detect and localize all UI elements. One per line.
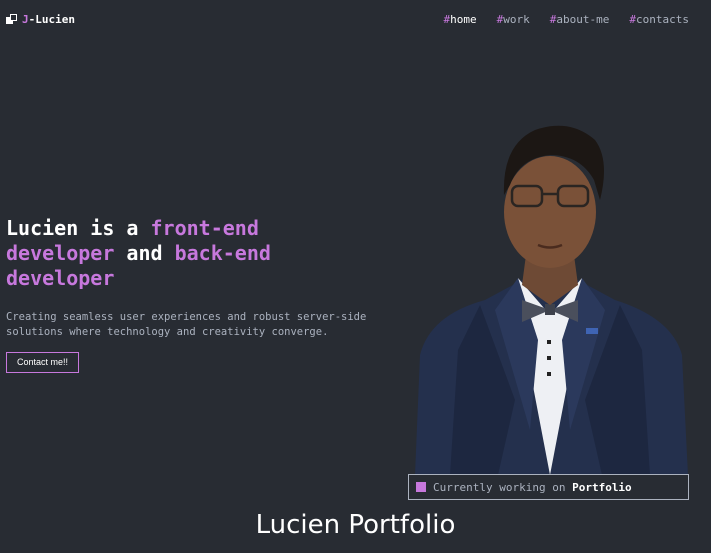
logo-icon xyxy=(6,14,17,25)
nav-link-home[interactable]: #home xyxy=(444,13,477,26)
current-work-status: Currently working on Portfolio xyxy=(408,474,689,500)
hero-title: Lucien is a front-end developer and back… xyxy=(6,216,271,290)
logo[interactable]: J-Lucien xyxy=(6,13,75,26)
status-text: Currently working on Portfolio xyxy=(433,480,632,494)
nav-link-contacts[interactable]: #contacts xyxy=(629,13,689,26)
footer-title: Lucien Portfolio xyxy=(255,510,456,540)
nav-link-work[interactable]: #work xyxy=(497,13,530,26)
contact-me-button[interactable]: Contact me!! xyxy=(6,352,80,373)
logo-text: J-Lucien xyxy=(22,13,75,26)
top-navbar: J-Lucien #home #work #about-me #contacts xyxy=(0,0,711,40)
status-project: Portfolio xyxy=(572,480,632,494)
nav-links: #home #work #about-me #contacts xyxy=(444,13,689,26)
nav-link-about-me[interactable]: #about-me xyxy=(550,13,610,26)
portrait-image xyxy=(415,125,688,475)
square-icon xyxy=(416,482,426,492)
hero-description: Creating seamless user experiences and r… xyxy=(6,311,367,338)
